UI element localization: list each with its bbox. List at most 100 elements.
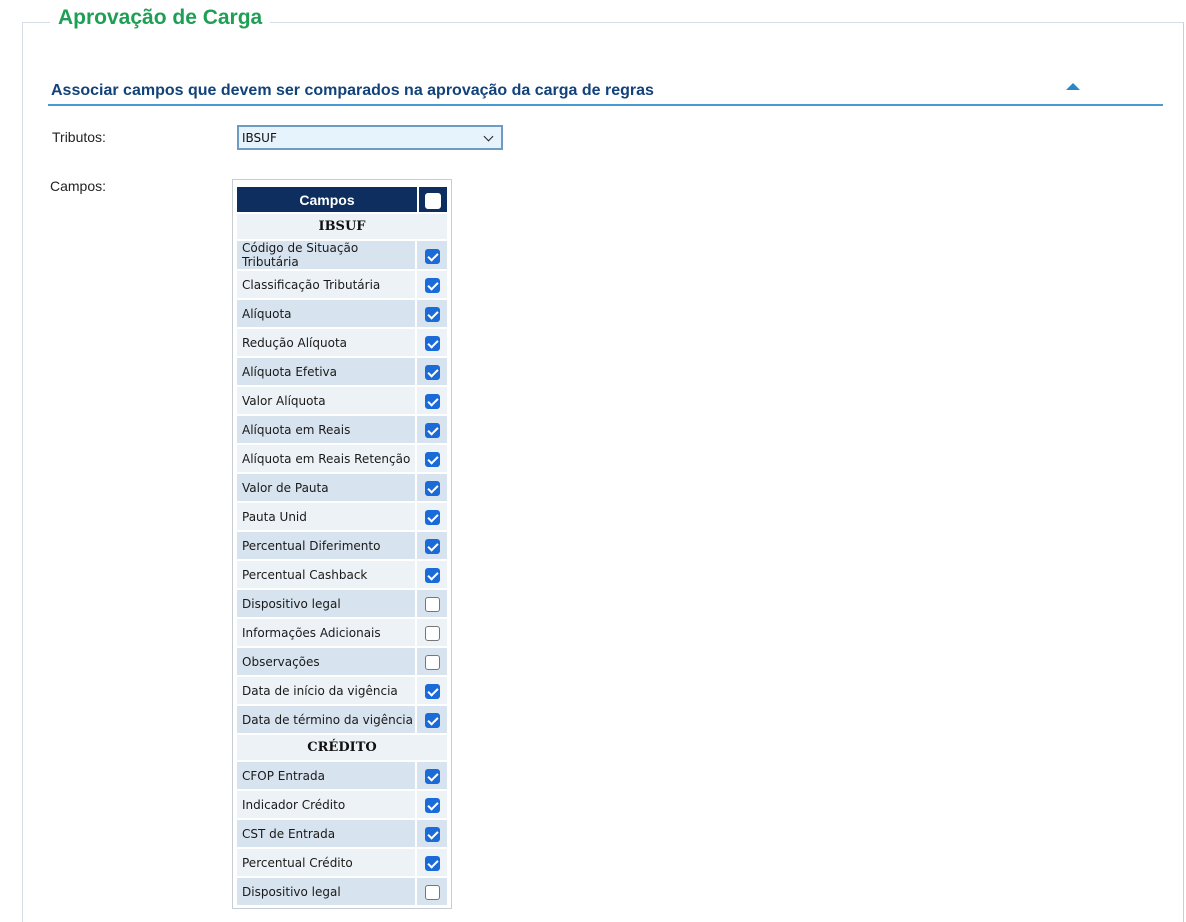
table-row: Classificação Tributária (237, 271, 447, 298)
field-checkbox[interactable] (424, 684, 440, 699)
field-checkbox[interactable] (424, 365, 440, 380)
checkbox-cell (417, 416, 447, 443)
table-row: Alíquota Efetiva (237, 358, 447, 385)
checkbox-cell (417, 791, 447, 818)
table-row: Indicador Crédito (237, 791, 447, 818)
triangle-up-icon[interactable] (1066, 83, 1080, 90)
field-label: Pauta Unid (237, 503, 417, 530)
table-row: Código de Situação Tributária (237, 241, 447, 269)
select-all-cell (417, 187, 447, 212)
tributos-selected-value: IBSUF (242, 131, 277, 145)
field-checkbox[interactable] (424, 827, 440, 842)
checkbox-cell (417, 561, 447, 588)
checkbox-cell (417, 329, 447, 356)
checkbox-cell (417, 590, 447, 617)
checkbox-cell (417, 762, 447, 789)
field-checkbox[interactable] (424, 248, 440, 264)
table-row: Valor de Pauta (237, 474, 447, 501)
field-label: Classificação Tributária (237, 271, 417, 298)
checkbox-cell (417, 648, 447, 675)
field-checkbox[interactable] (424, 394, 440, 409)
section-header: Associar campos que devem ser comparados… (48, 80, 1163, 106)
table-row: Percentual Diferimento (237, 532, 447, 559)
field-label: Dispositivo legal (237, 590, 417, 617)
table-row: Data de término da vigência (237, 706, 447, 733)
field-label: Data de término da vigência (237, 706, 417, 733)
table-row: Pauta Unid (237, 503, 447, 530)
campos-table-body: IBSUF Código de Situação Tributária Classi… (237, 214, 447, 905)
checkbox-cell (417, 271, 447, 298)
field-label: Valor Alíquota (237, 387, 417, 414)
checkbox-cell (417, 241, 447, 269)
field-checkbox[interactable] (424, 539, 440, 554)
field-label: CFOP Entrada (237, 762, 417, 789)
approval-panel (22, 22, 1184, 922)
checkbox-cell (417, 445, 447, 472)
group-label: IBSUF (237, 214, 447, 239)
panel-title: Aprovação de Carga (50, 5, 271, 31)
field-label: Valor de Pauta (237, 474, 417, 501)
field-label: Alíquota (237, 300, 417, 327)
field-label: Alíquota Efetiva (237, 358, 417, 385)
field-checkbox[interactable] (424, 336, 440, 351)
field-label: Indicador Crédito (237, 791, 417, 818)
table-row: Alíquota (237, 300, 447, 327)
chevron-down-icon (483, 131, 494, 142)
field-checkbox[interactable] (424, 769, 440, 784)
table-row: Valor Alíquota (237, 387, 447, 414)
checkbox-cell (417, 849, 447, 876)
field-checkbox[interactable] (424, 885, 440, 900)
field-label: Percentual Diferimento (237, 532, 417, 559)
table-row: Redução Alíquota (237, 329, 447, 356)
table-row: Alíquota em Reais (237, 416, 447, 443)
table-row: Alíquota em Reais Retenção (237, 445, 447, 472)
field-checkbox[interactable] (424, 510, 440, 525)
table-row: CFOP Entrada (237, 762, 447, 789)
field-checkbox[interactable] (424, 597, 440, 612)
table-row: Dispositivo legal (237, 590, 447, 617)
field-label: Percentual Crédito (237, 849, 417, 876)
checkbox-cell (417, 300, 447, 327)
field-checkbox[interactable] (424, 798, 440, 813)
field-label: CST de Entrada (237, 820, 417, 847)
table-row: CST de Entrada (237, 820, 447, 847)
table-row: Observações (237, 648, 447, 675)
campos-table: Campos IBSUF Código de Situação Tributári… (237, 185, 447, 907)
tributos-select[interactable]: IBSUF (237, 125, 503, 150)
group-row: CRÉDITO (237, 735, 447, 760)
campos-label: Campos: (50, 178, 107, 194)
field-checkbox[interactable] (424, 307, 440, 322)
field-label: Data de início da vigência (237, 677, 417, 704)
campos-column-header: Campos (237, 187, 417, 212)
field-checkbox[interactable] (424, 452, 440, 467)
campos-table-container: Campos IBSUF Código de Situação Tributári… (232, 179, 452, 909)
table-row: Percentual Cashback (237, 561, 447, 588)
checkbox-cell (417, 677, 447, 704)
field-checkbox[interactable] (424, 856, 440, 871)
select-all-checkbox[interactable] (425, 192, 441, 209)
table-row: Data de início da vigência (237, 677, 447, 704)
field-checkbox[interactable] (424, 626, 440, 641)
field-label: Código de Situação Tributária (237, 241, 417, 269)
field-checkbox[interactable] (424, 655, 440, 670)
checkbox-cell (417, 387, 447, 414)
table-row: Informações Adicionais (237, 619, 447, 646)
table-row: Percentual Crédito (237, 849, 447, 876)
checkbox-cell (417, 619, 447, 646)
section-title: Associar campos que devem ser comparados… (51, 82, 654, 99)
field-label: Informações Adicionais (237, 619, 417, 646)
field-checkbox[interactable] (424, 568, 440, 583)
field-label: Alíquota em Reais (237, 416, 417, 443)
field-label: Alíquota em Reais Retenção (237, 445, 417, 472)
field-checkbox[interactable] (424, 481, 440, 496)
checkbox-cell (417, 358, 447, 385)
field-label: Percentual Cashback (237, 561, 417, 588)
group-row: IBSUF (237, 214, 447, 239)
checkbox-cell (417, 474, 447, 501)
field-checkbox[interactable] (424, 423, 440, 438)
field-checkbox[interactable] (424, 278, 440, 293)
checkbox-cell (417, 503, 447, 530)
field-checkbox[interactable] (424, 713, 440, 728)
tributos-label: Tributos: (52, 129, 106, 145)
field-label: Redução Alíquota (237, 329, 417, 356)
